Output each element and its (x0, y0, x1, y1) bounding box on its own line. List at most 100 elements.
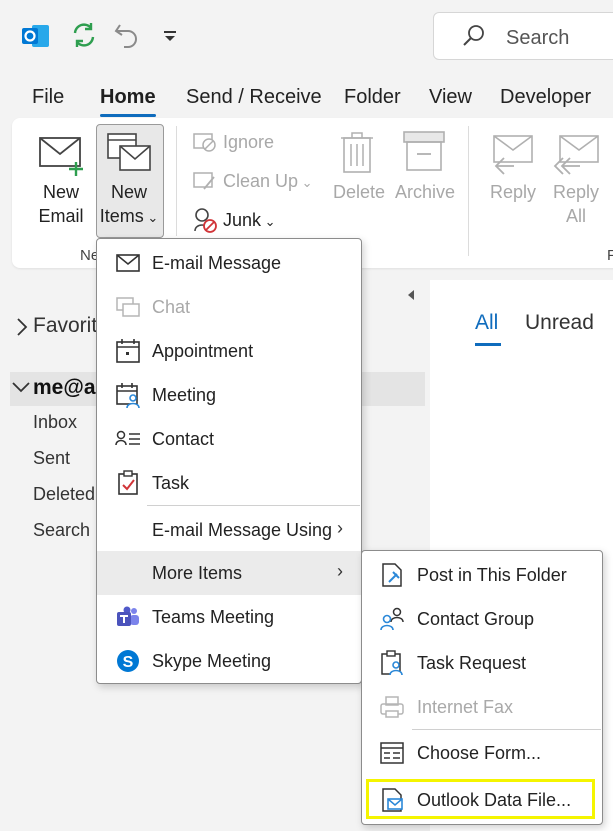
menu-item-more-items[interactable]: More Items › (97, 551, 361, 595)
menu-item-meeting[interactable]: Meeting (97, 373, 361, 417)
menu-item-label: Contact (152, 429, 215, 449)
delete-button[interactable]: Delete (333, 180, 385, 204)
reply-icon (488, 134, 536, 176)
tab-home[interactable]: Home (100, 86, 156, 109)
reply-all-label-2: All (565, 206, 586, 226)
new-email-label-1: New (42, 182, 79, 202)
search-label: Search (506, 27, 570, 49)
account-name[interactable]: me@a (33, 376, 96, 400)
junk-button[interactable]: Junk ⌄ (223, 208, 276, 234)
fax-icon (379, 694, 405, 720)
menu-item-label: Task Request (417, 653, 527, 673)
post-icon (379, 562, 405, 588)
menu-item-label: Meeting (152, 385, 217, 405)
menu-item-contact-group[interactable]: Contact Group (362, 597, 602, 641)
menu-item-label: Skype Meeting (152, 651, 272, 671)
folder-inbox[interactable]: Inbox (33, 412, 77, 433)
sync-icon[interactable] (70, 21, 98, 49)
menu-item-task-request[interactable]: Task Request (362, 641, 602, 685)
calendar-icon (115, 338, 141, 364)
menu-item-choose-form[interactable]: Choose Form... (362, 731, 602, 775)
menu-item-post-in-this-folder[interactable]: Post in This Folder (362, 553, 602, 597)
contact-icon (115, 426, 141, 452)
menu-item-label: More Items (152, 563, 243, 583)
clean-up-label: Clean Up (223, 171, 299, 191)
task-icon (115, 470, 141, 496)
ribbon-separator (176, 126, 177, 236)
chevron-down-icon: ⌄ (261, 214, 276, 229)
menu-item-label: E-mail Message (152, 253, 282, 273)
outlook-logo-icon (22, 23, 50, 49)
menu-item-label: Contact Group (417, 609, 535, 629)
new-items-label: New Items ⌄ (97, 180, 161, 230)
folder-sent[interactable]: Sent (33, 448, 70, 469)
clean-up-icon (192, 169, 218, 193)
reply-all-button[interactable]: Reply All (553, 180, 599, 228)
ribbon-separator (468, 126, 469, 256)
contact-group-icon (379, 606, 405, 632)
svg-text:S: S (123, 654, 134, 671)
task-request-icon (379, 650, 405, 676)
undo-icon[interactable] (114, 22, 140, 48)
menu-item-label: E-mail Message Using (152, 520, 333, 540)
skype-icon: S (115, 648, 141, 674)
form-icon (379, 740, 405, 766)
meeting-icon (115, 382, 141, 408)
menu-separator (147, 505, 360, 506)
archive-button[interactable]: Archive (395, 180, 455, 204)
menu-item-label: Post in This Folder (417, 565, 567, 585)
tab-view[interactable]: View (429, 86, 472, 109)
chevron-right-icon[interactable] (16, 317, 28, 337)
active-tab-underline (100, 114, 156, 117)
search-box[interactable]: Search (433, 12, 613, 60)
menu-item-label: Chat (152, 297, 191, 317)
tab-file[interactable]: File (32, 86, 64, 109)
reply-all-icon (552, 134, 602, 176)
highlight-annotation (366, 779, 595, 819)
ribbon-group-label-partial: F (607, 247, 613, 264)
junk-icon (192, 207, 218, 233)
menu-item-label: Task (152, 473, 190, 493)
menu-item-label: Choose Form... (417, 743, 542, 763)
menu-item-contact[interactable]: Contact (97, 417, 361, 461)
chevron-right-icon: › (337, 518, 343, 538)
tab-developer[interactable]: Developer (500, 86, 591, 109)
menu-item-email-message[interactable]: E-mail Message (97, 241, 361, 285)
envelope-icon (115, 250, 141, 276)
menu-item-chat: Chat (97, 285, 361, 329)
new-email-button[interactable]: New Email (36, 180, 86, 228)
menu-item-skype-meeting[interactable]: S Skype Meeting (97, 639, 361, 683)
folder-deleted[interactable]: Deleted (33, 484, 95, 505)
ignore-icon (192, 130, 218, 154)
filter-all-tab[interactable]: All (475, 311, 498, 335)
favorites-header[interactable]: Favorit (33, 314, 97, 338)
menu-item-email-message-using[interactable]: E-mail Message Using › (97, 508, 361, 552)
new-items-label-2: Items (99, 206, 144, 226)
quick-access-dropdown-icon[interactable] (162, 28, 178, 44)
clean-up-button[interactable]: Clean Up ⌄ (223, 169, 313, 195)
menu-item-teams-meeting[interactable]: Teams Meeting (97, 595, 361, 639)
teams-icon (115, 604, 141, 630)
menu-item-label: Teams Meeting (152, 607, 275, 627)
menu-item-label: Appointment (152, 341, 254, 361)
chevron-right-icon: › (337, 561, 343, 581)
ignore-button[interactable]: Ignore (223, 130, 274, 154)
new-items-label-1: New (110, 182, 147, 202)
menu-item-appointment[interactable]: Appointment (97, 329, 361, 373)
menu-separator (412, 729, 601, 730)
reply-all-label-1: Reply (553, 182, 600, 202)
new-email-label-2: Email (38, 206, 84, 226)
tab-send-receive[interactable]: Send / Receive (186, 86, 322, 109)
menu-item-internet-fax: Internet Fax (362, 685, 602, 729)
chevron-down-icon[interactable] (11, 381, 31, 393)
chat-icon (115, 294, 141, 320)
tab-folder[interactable]: Folder (344, 86, 401, 109)
collapse-pane-icon[interactable] (404, 288, 418, 302)
reply-button[interactable]: Reply (490, 180, 536, 204)
new-email-icon (38, 132, 86, 176)
archive-icon (402, 130, 446, 172)
menu-item-label: Internet Fax (417, 697, 514, 717)
delete-icon (340, 130, 374, 174)
filter-unread-tab[interactable]: Unread (525, 311, 594, 335)
menu-item-task[interactable]: Task (97, 461, 361, 505)
